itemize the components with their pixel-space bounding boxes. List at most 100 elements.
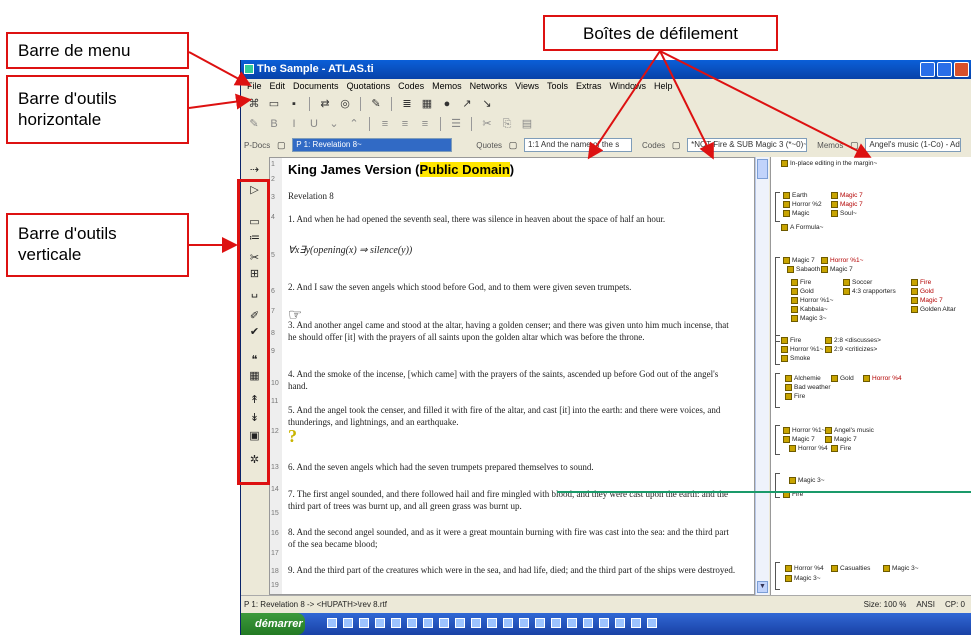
margin-code[interactable]: Sabaoth — [787, 266, 820, 274]
list-icon[interactable]: ☰ — [449, 117, 463, 131]
taskbar-icon[interactable] — [391, 618, 401, 628]
binoculars-icon[interactable]: ◎ — [338, 97, 352, 111]
status-zoom[interactable]: Size: 100 % — [864, 596, 907, 614]
margin-code[interactable]: Magic 3~ — [791, 315, 827, 323]
taskbar-icon[interactable] — [439, 618, 449, 628]
margin-code[interactable]: Horror %1~ — [781, 346, 823, 354]
margin-code[interactable]: In-place editing in the margin~ — [781, 160, 877, 168]
paste-icon[interactable]: ▤ — [520, 117, 534, 131]
margin-code[interactable]: Gold — [791, 288, 814, 296]
margin-code[interactable]: Horror %2 — [783, 201, 822, 209]
taskbar-icon[interactable] — [327, 618, 337, 628]
margin-code[interactable]: Magic 7 — [831, 201, 863, 209]
start-button[interactable]: démarrer — [241, 613, 305, 635]
taskbar-icon[interactable] — [407, 618, 417, 628]
margin-code[interactable]: Casualties — [831, 565, 870, 573]
menu-views[interactable]: Views — [515, 79, 539, 94]
open-folder-icon[interactable]: ▭ — [267, 97, 281, 111]
pdocs-dropdown[interactable]: P 1: Revelation 8~ — [292, 138, 453, 152]
margin-code[interactable]: Horror %4 — [863, 375, 902, 383]
menu-documents[interactable]: Documents — [293, 79, 339, 94]
network-icon[interactable]: ↗ — [460, 97, 474, 111]
menu-tools[interactable]: Tools — [547, 79, 568, 94]
margin-code[interactable]: Magic 7 — [825, 436, 857, 444]
taskbar-icon[interactable] — [519, 618, 529, 628]
taskbar-icon[interactable] — [471, 618, 481, 628]
maximize-button[interactable] — [937, 62, 952, 77]
margin-code[interactable]: Horror %1~ — [783, 427, 825, 435]
close-button[interactable] — [954, 62, 969, 77]
margin-code[interactable]: Smoke — [781, 355, 810, 363]
margin-code[interactable]: Magic 7 — [783, 436, 815, 444]
taskbar-icon[interactable] — [359, 618, 369, 628]
menu-edit[interactable]: Edit — [270, 79, 286, 94]
menu-extras[interactable]: Extras — [576, 79, 602, 94]
margin-code[interactable]: Golden Altar — [911, 306, 956, 314]
margin-code[interactable]: Fire — [781, 337, 801, 345]
margin-code[interactable]: Fire — [911, 279, 931, 287]
margin-code[interactable]: Angel's music — [825, 427, 874, 435]
scroll-thumb[interactable] — [757, 159, 768, 179]
taskbar-icon[interactable] — [647, 618, 657, 628]
copy-icon[interactable]: ⎘ — [500, 117, 514, 131]
pdocs-icon[interactable]: ▢ — [274, 138, 288, 152]
assign-icon[interactable]: ⇄ — [318, 97, 332, 111]
margin-code[interactable]: Soccer — [843, 279, 872, 287]
menu-codes[interactable]: Codes — [398, 79, 424, 94]
info-icon[interactable]: ● — [440, 97, 454, 111]
chevron-down-icon[interactable]: ⌄ — [327, 117, 341, 131]
taskbar-icon[interactable] — [615, 618, 625, 628]
document-pane[interactable]: 1 2 3 4 5 6 7 8 9 10 11 12 13 14 15 16 1… — [269, 157, 755, 595]
align-left-icon[interactable]: ≡ — [378, 117, 392, 131]
minimize-button[interactable] — [920, 62, 935, 77]
quotes-icon[interactable]: ▢ — [506, 138, 520, 152]
menu-windows[interactable]: Windows — [610, 79, 647, 94]
link-icon[interactable]: ↘ — [480, 97, 494, 111]
margin-code[interactable]: Gold — [911, 288, 934, 296]
margin-code[interactable]: 2:8 <discusses> — [825, 337, 881, 345]
memos-dropdown[interactable]: Angel's music (1-Co) - Adrian — [865, 138, 962, 152]
margin-code[interactable]: Magic 3~ — [883, 565, 919, 573]
taskbar-icon[interactable] — [375, 618, 385, 628]
margin-code[interactable]: Magic 7 — [911, 297, 943, 305]
margin-code[interactable]: Horror %1~ — [821, 257, 863, 265]
margin-code[interactable]: Soul~ — [831, 210, 857, 218]
pencil-icon[interactable]: ✎ — [247, 117, 261, 131]
align-right-icon[interactable]: ≡ — [418, 117, 432, 131]
margin-code[interactable]: Bad weather — [785, 384, 831, 392]
taskbar-icon[interactable] — [503, 618, 513, 628]
taskbar-icon[interactable] — [455, 618, 465, 628]
codes-icon[interactable]: ▢ — [669, 138, 683, 152]
create-quotation-icon[interactable]: ⇢ — [247, 163, 262, 177]
taskbar-icon[interactable] — [535, 618, 545, 628]
margin-code[interactable]: Kabbala~ — [791, 306, 828, 314]
menu-quotations[interactable]: Quotations — [347, 79, 391, 94]
margin-code[interactable]: Gold — [831, 375, 854, 383]
format-icon[interactable]: ≣ — [400, 97, 414, 111]
taskbar-icon[interactable] — [343, 618, 353, 628]
taskbar-icon[interactable] — [567, 618, 577, 628]
memos-icon[interactable]: ▢ — [847, 138, 861, 152]
taskbar-icon[interactable] — [551, 618, 561, 628]
edit-icon[interactable]: ✎ — [369, 97, 383, 111]
taskbar-icon[interactable] — [631, 618, 641, 628]
bold-icon[interactable]: B — [267, 117, 281, 131]
margin-code[interactable]: Magic 3~ — [789, 477, 825, 485]
margin-code[interactable]: 4:3 crapporters — [843, 288, 896, 296]
taskbar-icon[interactable] — [599, 618, 609, 628]
menu-file[interactable]: File — [247, 79, 262, 94]
menu-help[interactable]: Help — [654, 79, 673, 94]
underline-icon[interactable]: U — [307, 117, 321, 131]
margin-code[interactable]: Fire — [831, 445, 851, 453]
menu-networks[interactable]: Networks — [470, 79, 508, 94]
margin-code[interactable]: Alchemie — [785, 375, 821, 383]
margin-code[interactable]: Earth — [783, 192, 808, 200]
codes-dropdown[interactable]: *NOT Fire & SUB Magic 3 (*~0)~ — [687, 138, 808, 152]
quotes-dropdown[interactable]: 1:1 And the name of the s — [524, 138, 633, 152]
margin-code[interactable]: Horror %1~ — [791, 297, 833, 305]
taskbar-icon[interactable] — [423, 618, 433, 628]
taskbar-icon[interactable] — [583, 618, 593, 628]
chevron-up-icon[interactable]: ⌃ — [347, 117, 361, 131]
margin-code[interactable]: Magic 7 — [831, 192, 863, 200]
menu-memos[interactable]: Memos — [432, 79, 462, 94]
